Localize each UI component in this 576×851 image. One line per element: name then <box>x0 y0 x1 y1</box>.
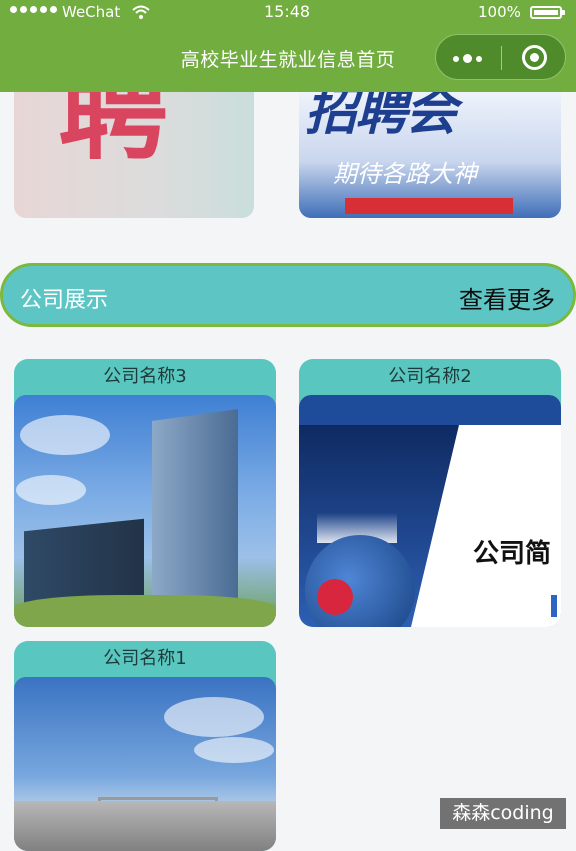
cloud-shape <box>164 697 264 737</box>
intro-title: 公司简 <box>473 539 552 569</box>
company-name: 公司名称3 <box>103 366 187 387</box>
banner-right-headline: 招聘会 <box>305 92 457 142</box>
more-options-icon[interactable] <box>453 54 482 63</box>
company-photo <box>14 395 276 627</box>
company-name: 公司名称2 <box>388 366 472 387</box>
recruitment-banner-left[interactable]: 聘 <box>14 92 254 218</box>
company-section-header: 公司展示 查看更多 <box>0 263 576 327</box>
company-card[interactable]: 公司名称1 <box>14 641 276 851</box>
clock: 15:48 <box>264 2 311 21</box>
intro-panel <box>299 395 561 425</box>
cloud-shape <box>20 415 110 455</box>
status-bar: WeChat 15:48 100% <box>0 0 576 26</box>
capsule-divider <box>501 46 502 70</box>
carrier-label: WeChat <box>62 3 121 21</box>
view-more-link[interactable]: 查看更多 <box>459 280 555 315</box>
watermark: 森森coding <box>440 798 566 829</box>
company-name: 公司名称1 <box>103 648 187 669</box>
wifi-icon <box>132 5 150 19</box>
cloud-shape <box>16 475 86 505</box>
banner-right-slogan: 期待各路大神 <box>333 160 477 188</box>
section-title: 公司展示 <box>20 288 109 313</box>
signal-icon <box>10 6 57 13</box>
company-card[interactable]: 公司名称2 公司简 <box>299 359 561 627</box>
red-dot <box>317 579 353 615</box>
office-tower <box>152 408 238 618</box>
mini-program-capsule <box>435 34 566 80</box>
close-target-icon[interactable] <box>522 45 547 70</box>
company-photo <box>14 677 276 851</box>
banner-red-strip <box>345 198 513 214</box>
battery-percent: 100% <box>478 3 521 21</box>
recruitment-banner-right[interactable]: 招聘会 期待各路大神 <box>299 92 561 218</box>
company-card[interactable]: 公司名称3 <box>14 359 276 627</box>
battery-icon <box>530 6 565 19</box>
trees <box>14 595 276 627</box>
company-photo: 公司简 <box>299 395 561 627</box>
cloud-shape <box>194 737 274 763</box>
navigation-bar: 高校毕业生就业信息首页 <box>0 26 576 92</box>
banner-left-text: 聘 <box>58 92 168 175</box>
intro-accent-bar <box>551 595 557 617</box>
